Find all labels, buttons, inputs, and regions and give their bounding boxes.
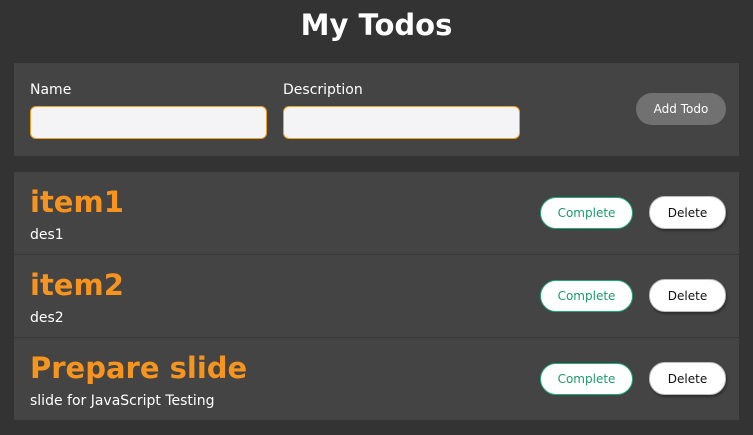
todo-name: item1 (30, 185, 124, 219)
todo-item: Prepare slide slide for JavaScript Testi… (14, 338, 739, 420)
complete-button[interactable]: Complete (540, 280, 633, 312)
complete-button[interactable]: Complete (540, 363, 633, 395)
todo-description: des2 (30, 310, 64, 326)
todo-name: item2 (30, 268, 124, 302)
description-label: Description (283, 82, 363, 98)
todo-item: item2 des2 Complete Delete (14, 255, 739, 338)
delete-button[interactable]: Delete (649, 279, 726, 312)
todo-name: Prepare slide (30, 351, 248, 385)
name-input[interactable] (30, 106, 267, 139)
page-title: My Todos (300, 8, 453, 42)
delete-button[interactable]: Delete (649, 196, 726, 229)
todo-item: item1 des1 Complete Delete (14, 172, 739, 255)
todo-list: item1 des1 Complete Delete item2 des2 Co… (14, 172, 739, 420)
delete-button[interactable]: Delete (649, 362, 726, 395)
add-todo-form: Name Description Add Todo (14, 63, 739, 156)
add-todo-button[interactable]: Add Todo (636, 93, 726, 125)
todo-description: des1 (30, 227, 64, 243)
name-label: Name (30, 82, 72, 98)
complete-button[interactable]: Complete (540, 197, 633, 229)
todo-description: slide for JavaScript Testing (30, 393, 215, 409)
description-input[interactable] (283, 106, 520, 139)
